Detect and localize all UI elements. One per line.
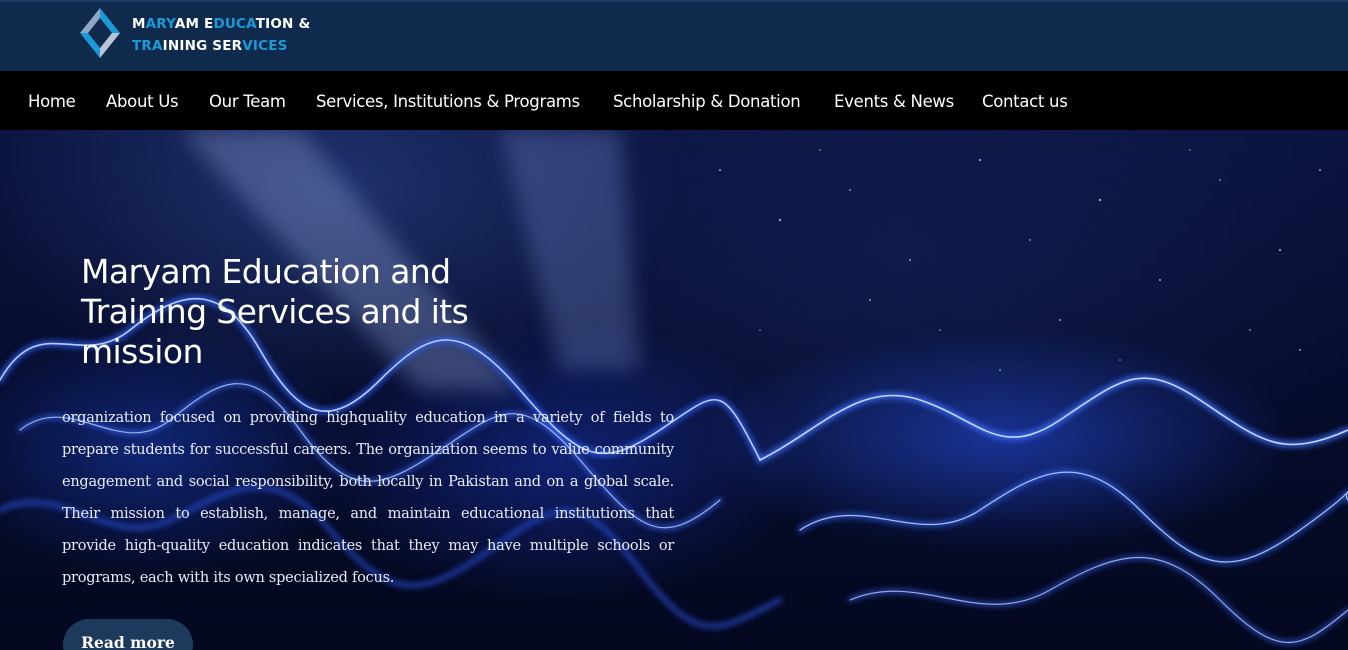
brand-line-1: MARYAM EDUCATION & — [132, 13, 310, 35]
brand-line-2: TRAINING SERVICES — [132, 35, 310, 57]
hero-banner: Maryam Education and Training Services a… — [0, 130, 1348, 650]
brand-text-segment: INING SER — [162, 38, 243, 54]
nav-item-our-team[interactable]: Our Team — [209, 71, 286, 130]
nav-item-scholarship[interactable]: Scholarship & Donation — [613, 71, 801, 130]
nav-item-services[interactable]: Services, Institutions & Programs — [316, 71, 580, 130]
brand-text-segment: M — [132, 16, 146, 32]
hero-title: Maryam Education and Training Services a… — [81, 252, 469, 371]
logo-diamond-icon[interactable] — [78, 6, 122, 60]
nav-item-about-us[interactable]: About Us — [106, 71, 179, 130]
brand-text-segment: TION & — [255, 16, 311, 32]
brand-text-segment: ARY — [145, 16, 175, 32]
nav-item-home[interactable]: Home — [28, 71, 76, 130]
site-header: MARYAM EDUCATION & TRAINING SERVICES — [0, 0, 1348, 71]
brand-text-segment: DUCA — [213, 16, 256, 32]
brand-text-segment: VICES — [242, 38, 288, 54]
read-more-button[interactable]: Read more — [63, 619, 193, 650]
main-nav: Home About Us Our Team Services, Institu… — [0, 71, 1348, 130]
nav-item-contact[interactable]: Contact us — [982, 71, 1068, 130]
brand-text-segment: TRA — [132, 38, 163, 54]
hero-description: organization focused on providing highqu… — [62, 410, 674, 586]
nav-item-events[interactable]: Events & News — [834, 71, 954, 130]
brand-text-segment: AM E — [174, 16, 214, 32]
brand-name[interactable]: MARYAM EDUCATION & TRAINING SERVICES — [132, 13, 310, 57]
